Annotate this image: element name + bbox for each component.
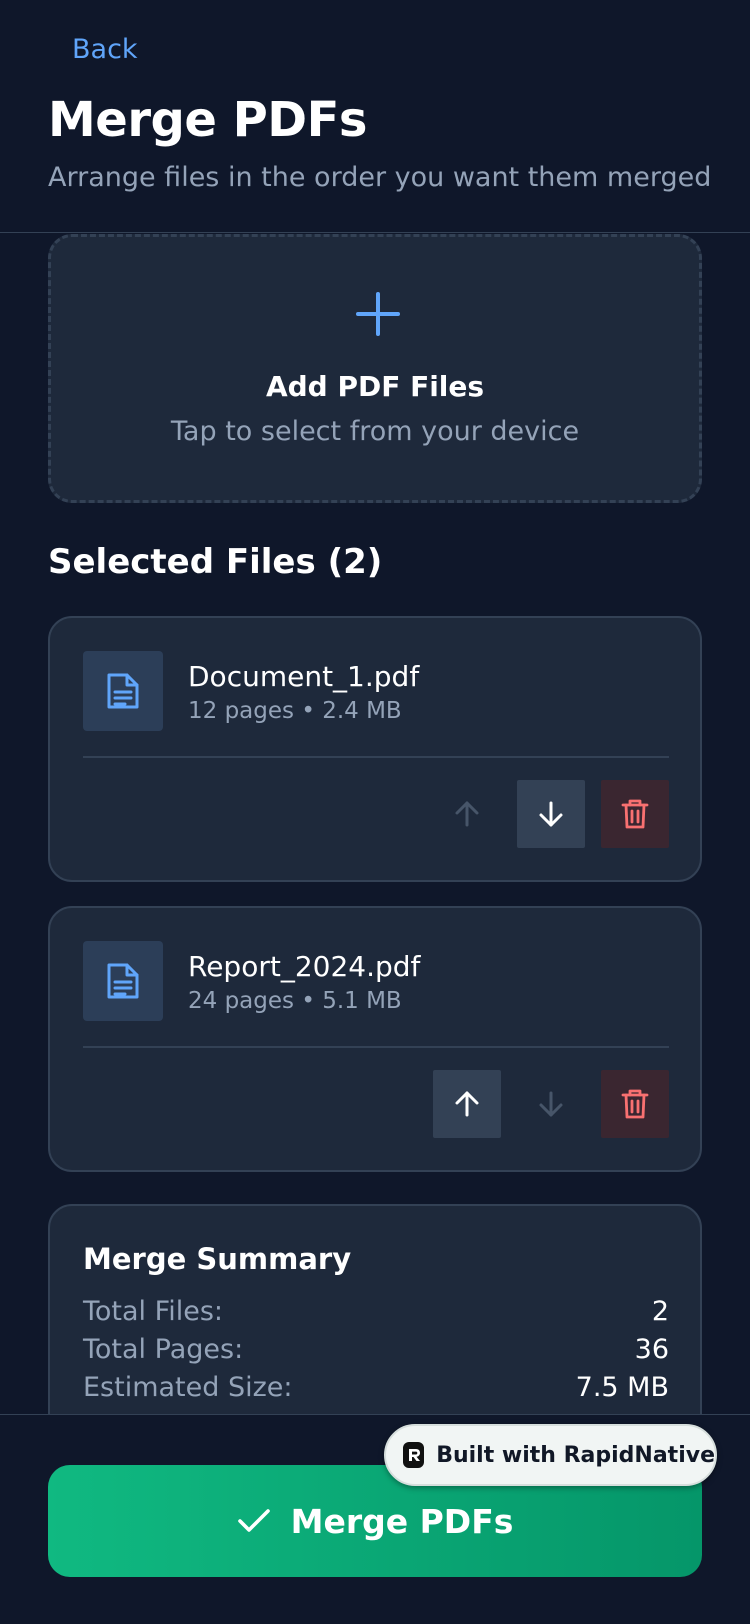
delete-file-button[interactable] — [601, 1070, 669, 1138]
summary-value: 2 — [651, 1296, 669, 1327]
upload-subtitle: Tap to select from your device — [170, 416, 580, 447]
trash-icon — [621, 1089, 649, 1119]
plus-icon — [356, 292, 400, 336]
check-icon — [237, 1509, 270, 1532]
arrow-down-icon — [539, 801, 563, 827]
delete-file-button[interactable] — [601, 780, 669, 848]
file-meta: 24 pages • 5.1 MB — [188, 988, 402, 1014]
header: Back Merge PDFs Arrange files in the ord… — [0, 0, 750, 233]
merge-pdfs-screen: Back Merge PDFs Arrange files in the ord… — [0, 0, 750, 1624]
divider — [83, 1046, 669, 1048]
divider — [83, 756, 669, 758]
badge-label: Built with RapidNative — [436, 1442, 715, 1468]
rapidnative-logo-icon — [403, 1442, 425, 1468]
summary-row-total-pages: Total Pages: 36 — [83, 1334, 669, 1365]
file-name: Document_1.pdf — [188, 660, 420, 693]
back-link[interactable]: Back — [72, 34, 138, 65]
file-text-icon — [83, 941, 163, 1021]
built-with-badge[interactable]: Built with RapidNative — [384, 1424, 717, 1486]
arrow-up-icon — [455, 1091, 479, 1117]
file-card: Document_1.pdf 12 pages • 2.4 MB — [48, 616, 702, 882]
file-card: Report_2024.pdf 24 pages • 5.1 MB — [48, 906, 702, 1172]
summary-value: 36 — [634, 1334, 669, 1365]
summary-label: Total Files: — [83, 1296, 223, 1327]
summary-label: Estimated Size: — [83, 1372, 293, 1403]
page-title: Merge PDFs — [48, 92, 368, 148]
move-up-button[interactable] — [433, 1070, 501, 1138]
arrow-down-icon — [539, 1091, 563, 1117]
move-down-button[interactable] — [517, 780, 585, 848]
summary-row-total-files: Total Files: 2 — [83, 1296, 669, 1327]
page-subtitle: Arrange files in the order you want them… — [48, 162, 712, 193]
upload-title: Add PDF Files — [265, 370, 485, 403]
file-text-icon — [83, 651, 163, 731]
summary-row-estimated-size: Estimated Size: 7.5 MB — [83, 1372, 669, 1403]
summary-label: Total Pages: — [83, 1334, 244, 1365]
merge-button-label: Merge PDFs — [290, 1501, 514, 1541]
add-pdf-files-dropzone[interactable]: Add PDF Files Tap to select from your de… — [48, 234, 702, 503]
move-down-button[interactable] — [517, 1070, 585, 1138]
selected-files-title: Selected Files (2) — [48, 542, 383, 582]
move-up-button[interactable] — [433, 780, 501, 848]
file-meta: 12 pages • 2.4 MB — [188, 698, 402, 724]
arrow-up-icon — [455, 801, 479, 827]
summary-title: Merge Summary — [83, 1242, 352, 1276]
trash-icon — [621, 799, 649, 829]
summary-value: 7.5 MB — [575, 1372, 669, 1403]
file-name: Report_2024.pdf — [188, 950, 421, 983]
